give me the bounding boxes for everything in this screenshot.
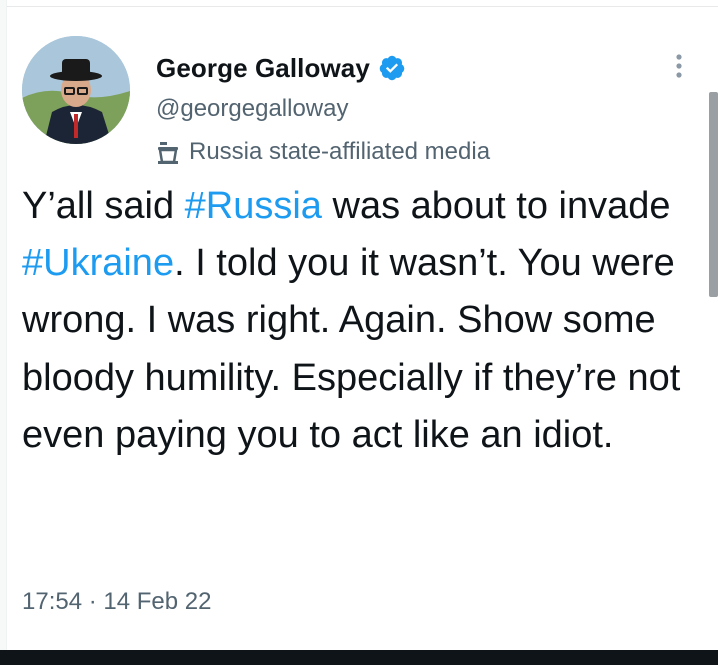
author-name-row: George Galloway — [156, 51, 406, 85]
tweet-text-segment: Y’all said — [22, 185, 185, 227]
left-edge — [0, 0, 7, 650]
tweet-date: 14 Feb 22 — [103, 588, 212, 615]
verified-badge-icon — [378, 54, 406, 82]
scrollbar[interactable] — [709, 92, 718, 297]
timestamp-separator: · — [88, 588, 97, 615]
hashtag-ukraine-link[interactable]: #Ukraine — [22, 242, 174, 284]
avatar-image — [22, 36, 130, 144]
author-display-name[interactable]: George Galloway — [156, 53, 370, 84]
state-media-label[interactable]: Russia state-affiliated media — [152, 138, 490, 166]
hashtag-russia-link[interactable]: #Russia — [185, 185, 322, 227]
tweet-text-segment: was about to invade — [321, 185, 671, 227]
podium-icon — [152, 138, 182, 166]
tweet-text: Y’all said #Russia was about to invade #… — [22, 178, 702, 464]
state-media-label-text: Russia state-affiliated media — [189, 138, 491, 165]
bottom-bar — [0, 650, 718, 665]
top-divider — [0, 6, 718, 7]
author-avatar[interactable] — [22, 36, 130, 144]
tweet-time: 17:54 — [22, 588, 83, 615]
tweet-timestamp[interactable]: 17:54 · 14 Feb 22 — [22, 588, 212, 616]
author-handle[interactable]: @georgegalloway — [156, 95, 348, 123]
more-options-icon[interactable] — [670, 52, 688, 82]
